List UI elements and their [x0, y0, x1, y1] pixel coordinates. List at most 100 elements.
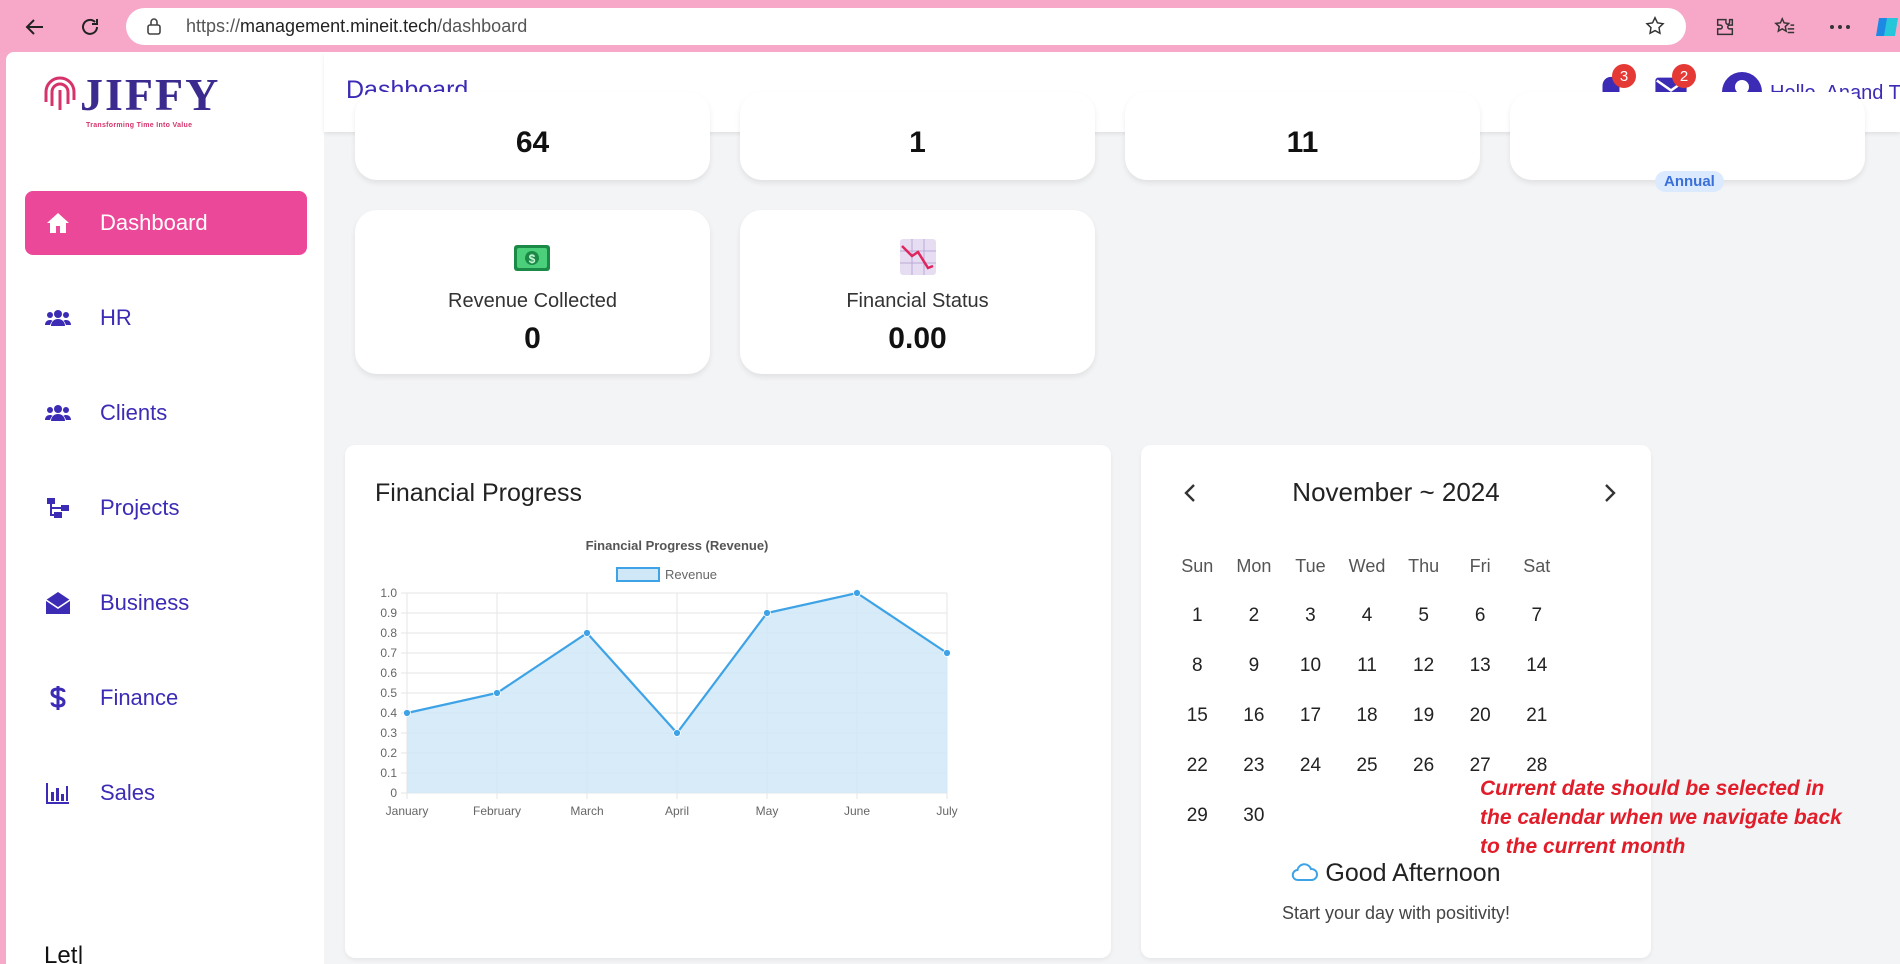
x-tick-label: January [386, 804, 429, 818]
sidebar-item-business[interactable]: Business [25, 571, 307, 635]
calendar-day[interactable]: 20 [1452, 705, 1509, 727]
annotation-line: Current date should be selected in [1480, 777, 1825, 800]
calendar-day[interactable]: 10 [1282, 655, 1339, 677]
calendar-day[interactable]: 16 [1226, 705, 1283, 727]
calendar-day[interactable]: 25 [1339, 755, 1396, 777]
revenue-collected-card: $ Revenue Collected 0 [355, 210, 710, 374]
calendar-day[interactable]: 15 [1169, 705, 1226, 727]
favorite-star-icon[interactable] [1644, 15, 1666, 42]
calendar-day[interactable]: 3 [1282, 605, 1339, 627]
status-badge: Annual [1655, 171, 1724, 192]
x-tick-label: May [756, 804, 779, 818]
sidebar-item-clients[interactable]: Clients [25, 381, 307, 445]
sitemap-icon [45, 496, 71, 520]
chart-decreasing-icon [899, 238, 937, 281]
home-icon [45, 211, 71, 235]
bar-chart-icon [45, 781, 71, 805]
stat-card: 11 [1125, 92, 1480, 180]
calendar-day[interactable]: 19 [1395, 705, 1452, 727]
calendar-day[interactable]: 11 [1339, 655, 1396, 677]
fingerprint-logo-icon [44, 76, 76, 110]
y-tick-label: 0.3 [380, 726, 397, 740]
calendar-day[interactable]: 6 [1452, 605, 1509, 627]
stat-label: Financial Status [846, 290, 989, 312]
calendar-month-label: November ~ 2024 [1292, 477, 1500, 507]
calendar-day[interactable]: 22 [1169, 755, 1226, 777]
calendar-day[interactable]: 8 [1169, 655, 1226, 677]
sidebar: JIFFY Transforming Time Into Value Dashb… [6, 52, 324, 964]
financial-status-card: Financial Status 0.00 [740, 210, 1095, 374]
calendar-day[interactable]: 14 [1508, 655, 1565, 677]
calendar-day[interactable]: 24 [1282, 755, 1339, 777]
calendar-day[interactable]: 13 [1452, 655, 1509, 677]
sidebar-item-projects[interactable]: Projects [25, 476, 307, 540]
chart-title: Financial Progress (Revenue) [586, 538, 769, 553]
next-month-button[interactable] [1597, 481, 1621, 505]
sidebar-footer-text: Let| [44, 942, 84, 964]
panel-title: Financial Progress [375, 479, 583, 507]
favorites-icon[interactable] [1770, 12, 1800, 42]
extensions-icon[interactable] [1710, 12, 1740, 42]
y-tick-label: 0.8 [380, 626, 397, 640]
calendar-day[interactable]: 17 [1282, 705, 1339, 727]
stat-value: 11 [1286, 126, 1319, 159]
data-point [493, 689, 501, 697]
calendar-weekday: Sun [1181, 555, 1214, 576]
back-icon[interactable] [20, 12, 50, 42]
calendar-day[interactable]: 23 [1226, 755, 1283, 777]
chevron-right-icon [1605, 484, 1616, 502]
copilot-icon[interactable] [1872, 12, 1900, 42]
logo-text: JIFFY [80, 69, 221, 120]
calendar-week-row: 1234567 [1169, 591, 1565, 641]
y-tick-label: 0.2 [380, 746, 397, 760]
data-point [673, 729, 681, 737]
y-tick-label: 0 [390, 786, 397, 800]
calendar-panel: November ~ 2024 Sun Mon Tue Wed Thu Fri Sat 1 2 3… [1141, 445, 1651, 958]
cloud-icon [1292, 863, 1319, 881]
calendar-week-row: 15 16 17 18 19 20 21 [1169, 691, 1565, 741]
calendar-day[interactable]: 21 [1508, 705, 1565, 727]
y-tick-label: 0.7 [380, 646, 397, 660]
calendar-day[interactable]: 12 [1395, 655, 1452, 677]
calendar-day[interactable]: 1 [1169, 605, 1226, 627]
refresh-icon[interactable] [75, 12, 105, 42]
stat-value: 0 [524, 322, 541, 355]
money-icon: $ [513, 243, 551, 278]
users-icon [45, 401, 71, 425]
address-bar[interactable]: https://management.mineit.tech/dashboard [126, 8, 1686, 45]
lock-icon [146, 17, 162, 40]
logo-tagline: Transforming Time Into Value [86, 122, 193, 129]
calendar-weekday: Tue [1295, 555, 1326, 576]
stat-label: Revenue Collected [448, 290, 617, 312]
annotation-line: the calendar when we navigate back [1480, 806, 1842, 829]
notifications-badge: 3 [1612, 64, 1636, 88]
sidebar-item-dashboard[interactable]: Dashboard [25, 191, 307, 255]
calendar-day[interactable]: 29 [1169, 805, 1226, 827]
calendar-day[interactable]: 4 [1339, 605, 1396, 627]
y-tick-label: 1.0 [380, 586, 397, 600]
y-tick-label: 0.6 [380, 666, 397, 680]
stat-value: 0.00 [888, 322, 947, 355]
annotation-line: to the current month [1480, 835, 1686, 858]
stat-value: 64 [515, 126, 550, 159]
stat-card: 1 [740, 92, 1095, 180]
more-options-icon[interactable] [1825, 12, 1855, 42]
data-point [943, 649, 951, 657]
calendar-day[interactable]: 5 [1395, 605, 1452, 627]
calendar-day[interactable]: 18 [1339, 705, 1396, 727]
calendar-day[interactable]: 2 [1226, 605, 1283, 627]
sidebar-item-finance[interactable]: Finance [25, 666, 307, 730]
calendar-day[interactable]: 30 [1226, 805, 1283, 827]
calendar-day[interactable]: 9 [1226, 655, 1283, 677]
financial-progress-chart: Financial Progress (Revenue) Revenue 0 0.1 0… [380, 538, 957, 818]
greeting-subtext: Start your day with positivity! [1281, 903, 1511, 923]
calendar-weekday: Wed [1348, 555, 1386, 576]
sidebar-item-sales[interactable]: Sales [25, 761, 307, 825]
calendar-day[interactable]: 7 [1508, 605, 1565, 627]
calendar-day[interactable]: 26 [1395, 755, 1452, 777]
logo[interactable]: JIFFY Transforming Time Into Value [40, 69, 221, 129]
stat-card: 64 [355, 92, 710, 180]
sidebar-item-hr[interactable]: HR [25, 286, 307, 350]
dollar-icon [45, 686, 71, 710]
legend-swatch [616, 567, 660, 582]
